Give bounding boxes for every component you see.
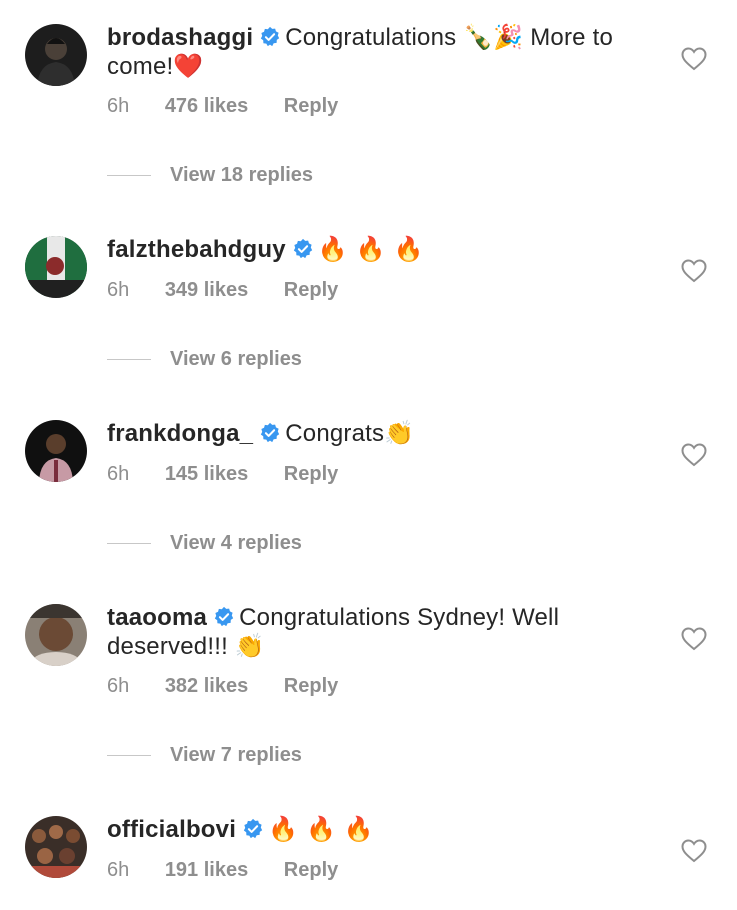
heart-icon[interactable] [681,627,707,651]
comment-body: officialbovi 🔥 🔥 🔥 [107,815,667,844]
avatar[interactable] [25,420,87,482]
verified-badge-icon [213,606,235,628]
username[interactable]: officialbovi [107,816,236,843]
avatar[interactable] [25,236,87,298]
avatar[interactable] [25,604,87,666]
reply-button[interactable]: Reply [284,463,338,485]
divider [107,755,151,757]
reply-button[interactable]: Reply [284,279,338,301]
username[interactable]: taaooma [107,604,207,631]
reply-button[interactable]: Reply [284,859,338,881]
likes-count[interactable]: 191 likes [165,859,248,881]
avatar[interactable] [25,24,87,86]
verified-badge-icon [259,422,281,444]
likes-count[interactable]: 476 likes [165,95,248,117]
comment-meta: 6h 191 likes Reply [107,859,368,882]
view-replies-label: View 6 replies [170,348,302,370]
timestamp[interactable]: 6h [107,279,129,301]
view-replies-button[interactable]: View 7 replies [107,744,302,767]
verified-badge-icon [292,238,314,260]
heart-icon[interactable] [681,47,707,71]
username[interactable]: brodashaggi [107,24,253,51]
comment-body: falzthebahdguy 🔥 🔥 🔥 [107,235,667,264]
view-replies-label: View 4 replies [170,532,302,554]
view-replies-label: View 18 replies [170,164,314,186]
verified-badge-icon [242,818,264,840]
avatar[interactable] [25,816,87,878]
timestamp[interactable]: 6h [107,859,129,881]
comment-meta: 6h 382 likes Reply [107,675,368,698]
comment-body: brodashaggi Congratulations 🍾🎉 More to co… [107,23,667,81]
reply-button[interactable]: Reply [284,675,338,697]
heart-icon[interactable] [681,839,707,863]
heart-icon[interactable] [681,443,707,467]
username[interactable]: frankdonga_ [107,420,253,447]
likes-count[interactable]: 382 likes [165,675,248,697]
comment-body: frankdonga_ Congrats👏 [107,419,667,448]
comment-text: 🔥 🔥 🔥 [268,815,374,843]
divider [107,175,151,177]
comment-text: 🔥 🔥 🔥 [317,235,424,263]
verified-badge-icon [259,26,281,48]
comment-meta: 6h 476 likes Reply [107,95,368,118]
username[interactable]: falzthebahdguy [107,236,286,263]
timestamp[interactable]: 6h [107,95,129,117]
comment-text: Congrats👏 [285,420,415,447]
comment-meta: 6h 349 likes Reply [107,279,368,302]
comment-body: taaooma Congratulations Sydney! Well dese… [107,603,667,661]
reply-button[interactable]: Reply [284,95,338,117]
heart-icon[interactable] [681,259,707,283]
view-replies-button[interactable]: View 4 replies [107,532,302,555]
timestamp[interactable]: 6h [107,675,129,697]
comment-meta: 6h 145 likes Reply [107,463,368,486]
view-replies-button[interactable]: View 18 replies [107,164,313,187]
divider [107,543,151,545]
likes-count[interactable]: 145 likes [165,463,248,485]
divider [107,359,151,361]
view-replies-label: View 7 replies [170,744,302,766]
likes-count[interactable]: 349 likes [165,279,248,301]
timestamp[interactable]: 6h [107,463,129,485]
view-replies-button[interactable]: View 6 replies [107,348,302,371]
